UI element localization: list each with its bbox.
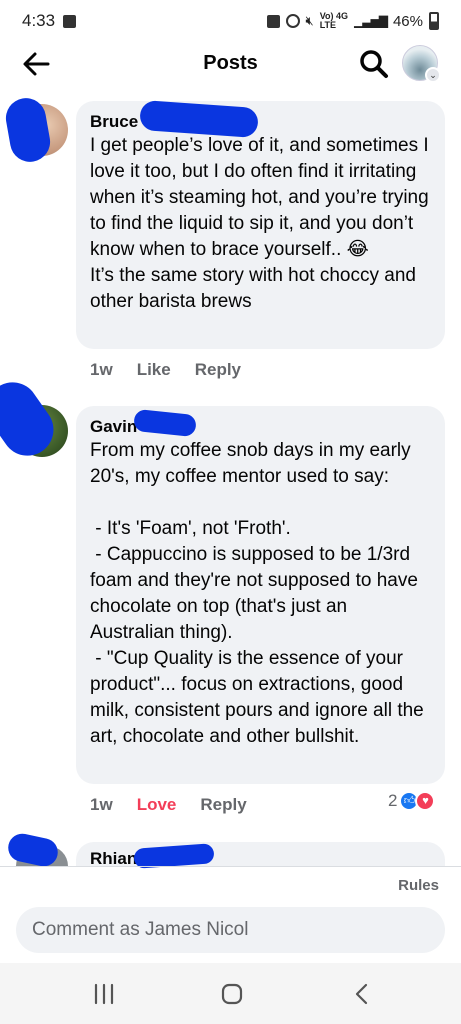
reply-button[interactable]: Reply	[200, 795, 246, 815]
lock-icon	[266, 14, 280, 28]
profile-avatar-button[interactable]: ⌄	[402, 45, 441, 83]
comment-time: 1w	[90, 360, 113, 379]
gallery-notification-icon	[63, 14, 77, 28]
network-sub: LTE	[319, 20, 337, 30]
status-time: 4:33	[22, 11, 56, 30]
reaction-summary[interactable]: 2 👍︎ ♥	[388, 791, 436, 811]
redaction-mark	[5, 831, 61, 869]
search-icon	[360, 50, 388, 78]
alarm-icon	[285, 14, 300, 28]
reply-button[interactable]: Reply	[195, 360, 241, 380]
page-title: Posts	[203, 52, 258, 74]
status-bar: 4:33 🔇︎ Vo) 4G LTE ▁▃▅▇ 46%	[0, 0, 461, 42]
love-button[interactable]: Love	[137, 795, 177, 815]
comment-actions: 1w Love Reply	[90, 795, 247, 815]
recent-apps-button[interactable]	[90, 981, 118, 1007]
reaction-count: 2	[388, 791, 398, 810]
comment-text: From my coffee snob days in my early 20'…	[90, 440, 424, 747]
comment-bubble: Rhian	[76, 842, 445, 866]
home-button[interactable]	[218, 981, 246, 1007]
recent-apps-icon	[94, 983, 114, 1005]
comment-text: I get people’s love of it, and sometimes…	[90, 135, 429, 312]
love-reaction-icon: ♥	[415, 791, 436, 811]
mute-icon: 🔇︎	[305, 13, 314, 28]
battery-icon	[429, 12, 439, 30]
signal-icon: ▁▃▅▇	[354, 14, 388, 28]
status-left: 4:33	[22, 11, 77, 31]
chevron-left-icon	[355, 983, 368, 1005]
app-header: Posts ⌄	[0, 42, 461, 86]
comment-time: 1w	[90, 795, 113, 814]
search-button[interactable]	[358, 48, 390, 80]
comment-input[interactable]	[16, 907, 445, 953]
comment-actions: 1w Like Reply	[90, 360, 241, 380]
status-right: 🔇︎ Vo) 4G LTE ▁▃▅▇ 46%	[266, 12, 439, 30]
comment-bubble: Gavin From my coffee snob days in my ear…	[76, 406, 445, 784]
chevron-down-icon: ⌄	[425, 67, 441, 83]
home-icon	[221, 983, 243, 1005]
like-button[interactable]: Like	[137, 360, 171, 380]
system-nav-bar	[0, 963, 461, 1024]
battery-label: 46%	[392, 12, 423, 30]
rules-link[interactable]: Rules	[398, 877, 439, 894]
system-back-button[interactable]	[348, 981, 376, 1007]
composer-divider	[0, 866, 461, 867]
network-type-icon: Vo) 4G LTE	[320, 12, 348, 30]
comment-bubble: Bruce I get people’s love of it, and som…	[76, 101, 445, 349]
